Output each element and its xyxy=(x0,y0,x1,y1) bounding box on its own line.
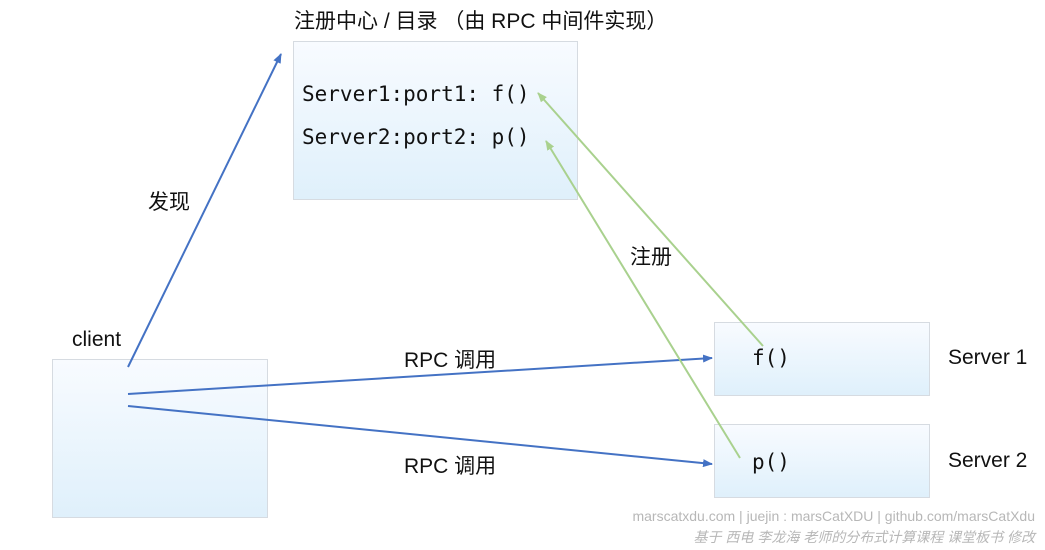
arrows-layer xyxy=(127,53,764,468)
watermark-line-1: marscatxdu.com | juejin : marsCatXDU | g… xyxy=(632,508,1035,524)
register-arrow-p xyxy=(545,140,741,459)
rpc-call-arrow-1 xyxy=(127,354,713,395)
discover-arrow xyxy=(127,53,282,368)
register-arrow-f xyxy=(537,92,764,347)
watermark-line-2: 基于 西电 李龙海 老师的分布式计算课程 课堂板书 修改 xyxy=(693,529,1035,545)
rpc-call-arrow-2 xyxy=(127,405,713,468)
diagram-canvas: 注册中心 / 目录 （由 RPC 中间件实现） Server1:port1: f… xyxy=(0,0,1045,550)
